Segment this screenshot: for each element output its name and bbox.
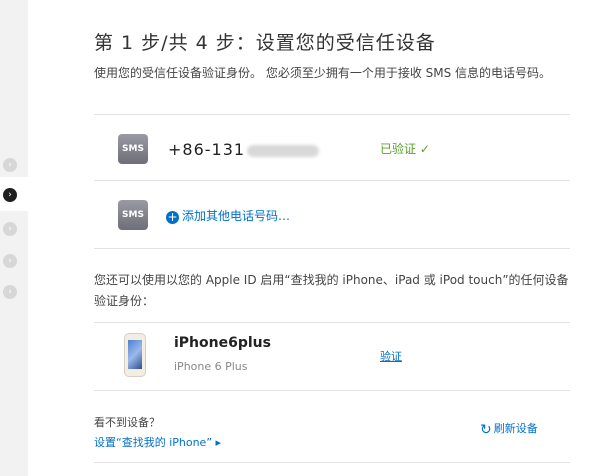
divider bbox=[94, 462, 570, 463]
divider bbox=[94, 322, 570, 323]
add-circle-icon: + bbox=[166, 210, 179, 224]
main-panel: 第 1 步/共 4 步：设置您的受信任设备 使用您的受信任设备验证身份。 您必须… bbox=[28, 0, 600, 476]
verify-device-link[interactable]: 验证 bbox=[380, 348, 402, 364]
step-indicator-current: › bbox=[3, 188, 17, 202]
page-title: 第 1 步/共 4 步：设置您的受信任设备 bbox=[94, 32, 436, 54]
refresh-label: 刷新设备 bbox=[493, 422, 538, 435]
cant-see-device: 看不到设备？ bbox=[94, 416, 160, 429]
divider bbox=[94, 390, 570, 391]
device-model: iPhone 6 Plus bbox=[174, 360, 248, 373]
redacted-digits bbox=[247, 144, 320, 157]
setup-find-my-iphone-link[interactable]: 设置“查找我的 iPhone” ▸ bbox=[94, 434, 221, 450]
step-indicator-4[interactable]: › bbox=[3, 254, 17, 268]
step-indicator-prev[interactable]: ‹ bbox=[3, 158, 17, 172]
phone-number-text: +86-131 bbox=[168, 140, 246, 159]
sms-icon: SMS bbox=[118, 200, 148, 230]
iphone-icon bbox=[124, 333, 146, 377]
phone-number: +86-131 bbox=[168, 140, 320, 159]
refresh-devices-button[interactable]: ↻ 刷新设备 bbox=[480, 420, 538, 438]
divider bbox=[94, 248, 570, 249]
divider bbox=[94, 180, 570, 181]
verified-status: 已验证 ✓ bbox=[380, 142, 430, 156]
add-phone-link[interactable]: + 添加其他电话号码… bbox=[166, 207, 290, 224]
step-indicator-5[interactable]: › bbox=[3, 285, 17, 299]
sms-icon: SMS bbox=[118, 134, 148, 164]
device-name: iPhone6plus bbox=[174, 335, 271, 351]
refresh-icon: ↻ bbox=[480, 422, 492, 438]
add-phone-label: 添加其他电话号码… bbox=[182, 209, 291, 223]
alt-verification-text: 您还可以使用以您的 Apple ID 启用“查找我的 iPhone、iPad 或… bbox=[94, 273, 569, 308]
divider bbox=[94, 114, 570, 115]
step-indicator-3[interactable]: › bbox=[3, 222, 17, 236]
intro-text: 使用您的受信任设备验证身份。 您必须至少拥有一个用于接收 SMS 信息的电话号码… bbox=[94, 66, 552, 80]
step-rail: ‹ › › › › bbox=[0, 0, 29, 476]
